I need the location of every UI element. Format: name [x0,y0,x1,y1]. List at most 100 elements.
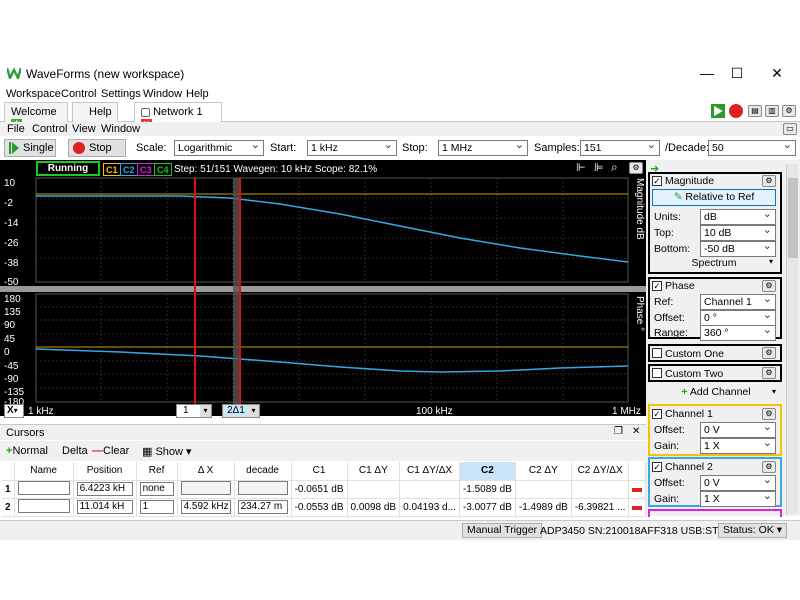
custom-one-checkbox[interactable] [652,348,662,358]
settings-gear-icon[interactable]: ⚙ [782,105,796,117]
cursor-decade-input[interactable]: 234.27 m [237,500,288,514]
mag-tick: -2 [4,198,13,209]
custom-one-settings-icon[interactable]: ⚙ [762,347,776,359]
channel-c3-badge[interactable]: C3 [137,163,155,176]
col-c2: C2 [459,462,516,481]
units-select[interactable]: dB [700,209,776,225]
cursor-c2-dydx [571,480,630,499]
cursor-dx-input[interactable] [180,480,231,495]
cursor-decade-input[interactable] [237,480,288,495]
magnitude-checkbox[interactable]: ✓ [652,176,662,186]
cursor-name-input[interactable] [17,480,70,495]
cursor-name-input[interactable] [17,498,70,513]
cursor-position-input[interactable]: 11.014 kH [76,500,133,514]
custom-two-checkbox[interactable] [652,368,662,378]
remove-cursor-icon[interactable] [632,505,643,510]
top-select[interactable]: 10 dB [700,225,776,241]
stop-all-icon[interactable] [729,104,743,118]
phase-checkbox[interactable]: ✓ [652,281,662,291]
cursor-position-input[interactable]: 6.4223 kH [76,482,133,496]
menu-instr-window[interactable]: Window [101,123,140,135]
channel-1-gain-label: Gain: [654,440,680,452]
cursor-ref-select[interactable]: 1 [139,500,174,514]
cursors-title: Cursors [6,427,45,439]
menu-view[interactable]: View [72,123,96,135]
start-select[interactable]: 1 kHz [307,140,397,156]
channel-c4-badge[interactable]: C4 [154,163,172,176]
bottom-select[interactable]: -50 dB [700,241,776,257]
menu-workspace[interactable]: Workspace [6,88,61,100]
channel-2-settings-icon[interactable]: ⚙ [762,461,776,473]
cursor-ref-select[interactable]: none [139,482,174,496]
menu-control[interactable]: Control [61,88,96,100]
menu-window[interactable]: Window [143,88,182,100]
add-channel-button[interactable]: + Add Channel ▾ [652,386,780,401]
cursor-tool-icon[interactable]: ⊩ [576,161,586,174]
channel-1-settings-icon[interactable]: ⚙ [762,408,776,420]
run-all-icon[interactable] [711,104,725,118]
status-indicator[interactable]: Status: OK ▾ [718,523,787,538]
channel-1-offset-label: Offset: [654,424,685,436]
waveforms-logo-icon [7,67,21,79]
plot-settings-icon[interactable]: ⚙ [629,162,643,174]
channel-1-checkbox[interactable]: ✓ [652,409,662,419]
single-button[interactable]: Single [4,139,56,157]
channel-2-checkbox[interactable]: ✓ [652,462,662,472]
zoom-icon[interactable]: ⌕ [611,160,618,175]
phase-ref-select[interactable]: Channel 1 [700,294,776,310]
window-layout-icon[interactable]: ▤ [748,105,762,117]
menu-instr-control[interactable]: Control [32,123,67,135]
add-normal-cursor-button[interactable]: +Normal [6,445,48,457]
scale-select[interactable]: Logarithmic [174,140,264,156]
phase-tick: 0 [4,347,10,358]
menu-file[interactable]: File [7,123,25,135]
phase-range-label: Range: [654,327,688,339]
single-button-label: Single [23,142,54,154]
phase-range-select[interactable]: 360 ° [700,325,776,341]
custom-two-settings-icon[interactable]: ⚙ [762,367,776,379]
stop-freq-select[interactable]: 1 MHz [438,140,528,156]
relative-to-ref-button[interactable]: ✎ Relative to Ref [652,189,776,206]
magnitude-settings-icon[interactable]: ⚙ [762,175,776,187]
remove-cursor-icon[interactable] [632,487,643,492]
channel-2-offset-select[interactable]: 0 V [700,475,776,491]
table-row[interactable]: 1 6.4223 kH none -0.0651 dB -1.5089 dB [2,480,647,499]
cursor-delta-select[interactable]: 2Δ1 ▾ [222,404,260,418]
bode-plot-svg[interactable] [0,176,646,406]
right-panel-scrollbar[interactable] [786,164,798,514]
clear-cursors-button[interactable]: —Clear [92,445,129,457]
marker-tool-icon[interactable]: ⊫ [594,161,604,174]
menu-settings[interactable]: Settings [101,88,141,100]
title-bar: WaveForms (new workspace) [0,58,800,88]
cursors-float-icon[interactable]: ❐ [614,426,623,437]
spectrum-menu[interactable]: Spectrum ▾ [652,257,776,271]
channel-2-gain-select[interactable]: 1 X [700,491,776,507]
channel-c1-badge[interactable]: C1 [103,163,121,176]
channel-2-gain-label: Gain: [654,493,680,505]
menu-help[interactable]: Help [186,88,209,100]
manual-trigger-button[interactable]: Manual Trigger [462,523,543,538]
table-row[interactable]: 2 11.014 kH 1 4.592 kHz 234.27 m -0.0553… [2,498,647,517]
phase-offset-select[interactable]: 0 ° [700,310,776,326]
x-axis-menu[interactable]: X▾ [4,404,24,418]
cursor-dx-input[interactable]: 4.592 kHz [180,500,231,514]
close-button[interactable]: ✕ [754,60,800,86]
samples-select[interactable]: 151 [580,140,660,156]
channel-1-gain-select[interactable]: 1 X [700,438,776,454]
mag-tick: -26 [4,238,19,249]
decade-select[interactable]: 50 [708,140,796,156]
add-delta-cursor-button[interactable]: Delta [62,445,88,457]
window-stack-icon[interactable]: ▥ [765,105,779,117]
channel-1-offset-select[interactable]: 0 V [700,422,776,438]
cursor-select[interactable]: 1 ▾ [176,404,212,418]
channel-c2-badge[interactable]: C2 [120,163,138,176]
dock-icon[interactable]: ▭ [783,123,797,135]
col-c2-dy: C2 ΔY [515,462,572,481]
tab-help[interactable]: Help [72,102,118,122]
show-menu-button[interactable]: ▦ Show ▾ [142,445,192,458]
stop-button[interactable]: Stop [68,139,126,157]
phase-settings-icon[interactable]: ⚙ [762,280,776,292]
tab-network-1[interactable]: Network 1 ✕ [134,102,222,130]
tab-welcome[interactable]: Welcome + [4,102,68,130]
cursors-close-icon[interactable]: ✕ [632,426,640,437]
